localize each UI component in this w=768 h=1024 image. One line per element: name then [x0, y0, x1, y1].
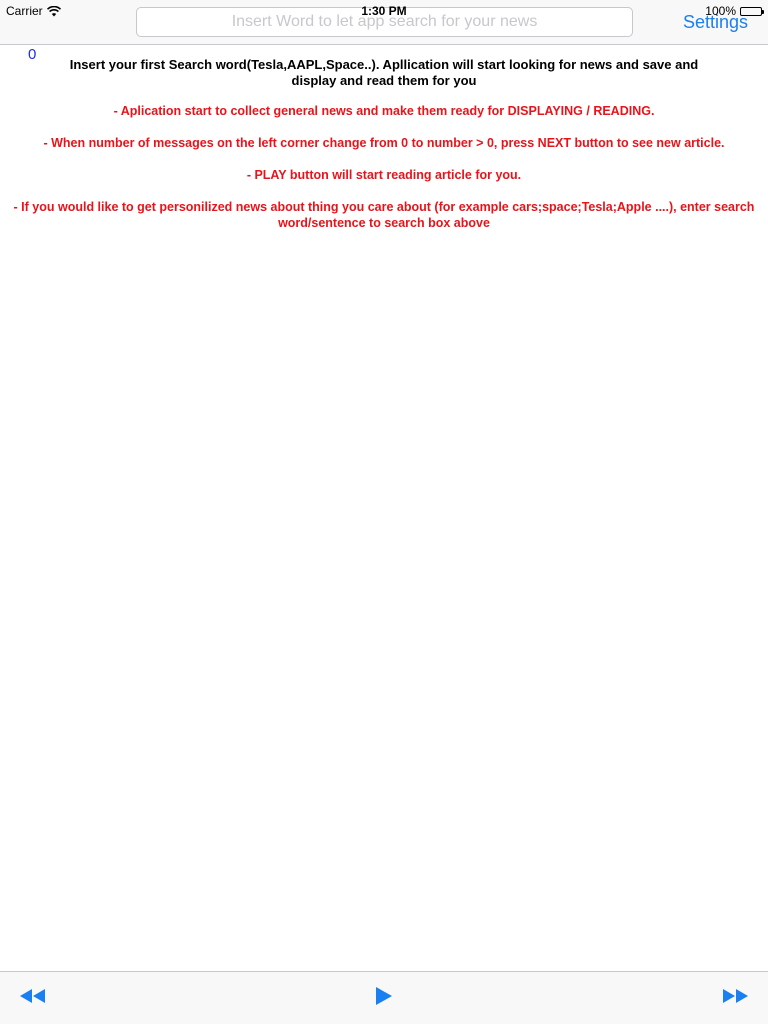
battery-icon	[740, 6, 764, 16]
app-screen: Settings Carrier 1:30 PM 100% 0 Insert y…	[0, 0, 768, 1024]
rewind-button[interactable]	[18, 985, 48, 1007]
fast-forward-icon	[720, 985, 750, 1007]
tip-collect-news: - Aplication start to collect general ne…	[113, 104, 655, 118]
rewind-icon	[18, 985, 48, 1007]
status-time: 1:30 PM	[361, 4, 407, 18]
play-icon	[369, 985, 399, 1007]
battery-percent: 100%	[705, 4, 736, 18]
status-bar: Carrier 1:30 PM 100%	[0, 0, 768, 20]
play-button[interactable]	[369, 985, 399, 1007]
intro-text: Insert your first Search word(Tesla,AAPL…	[69, 57, 699, 88]
battery-indicator: 100%	[705, 4, 764, 18]
bottom-toolbar	[0, 971, 768, 1024]
tip-play-button: - PLAY button will start reading article…	[246, 168, 522, 182]
next-button[interactable]	[720, 985, 750, 1007]
tip-personalized-search: - If you would like to get personilized …	[13, 200, 755, 230]
instructions: Insert your first Search word(Tesla,AAPL…	[10, 57, 758, 247]
tip-next-button: - When number of messages on the left co…	[43, 136, 725, 150]
